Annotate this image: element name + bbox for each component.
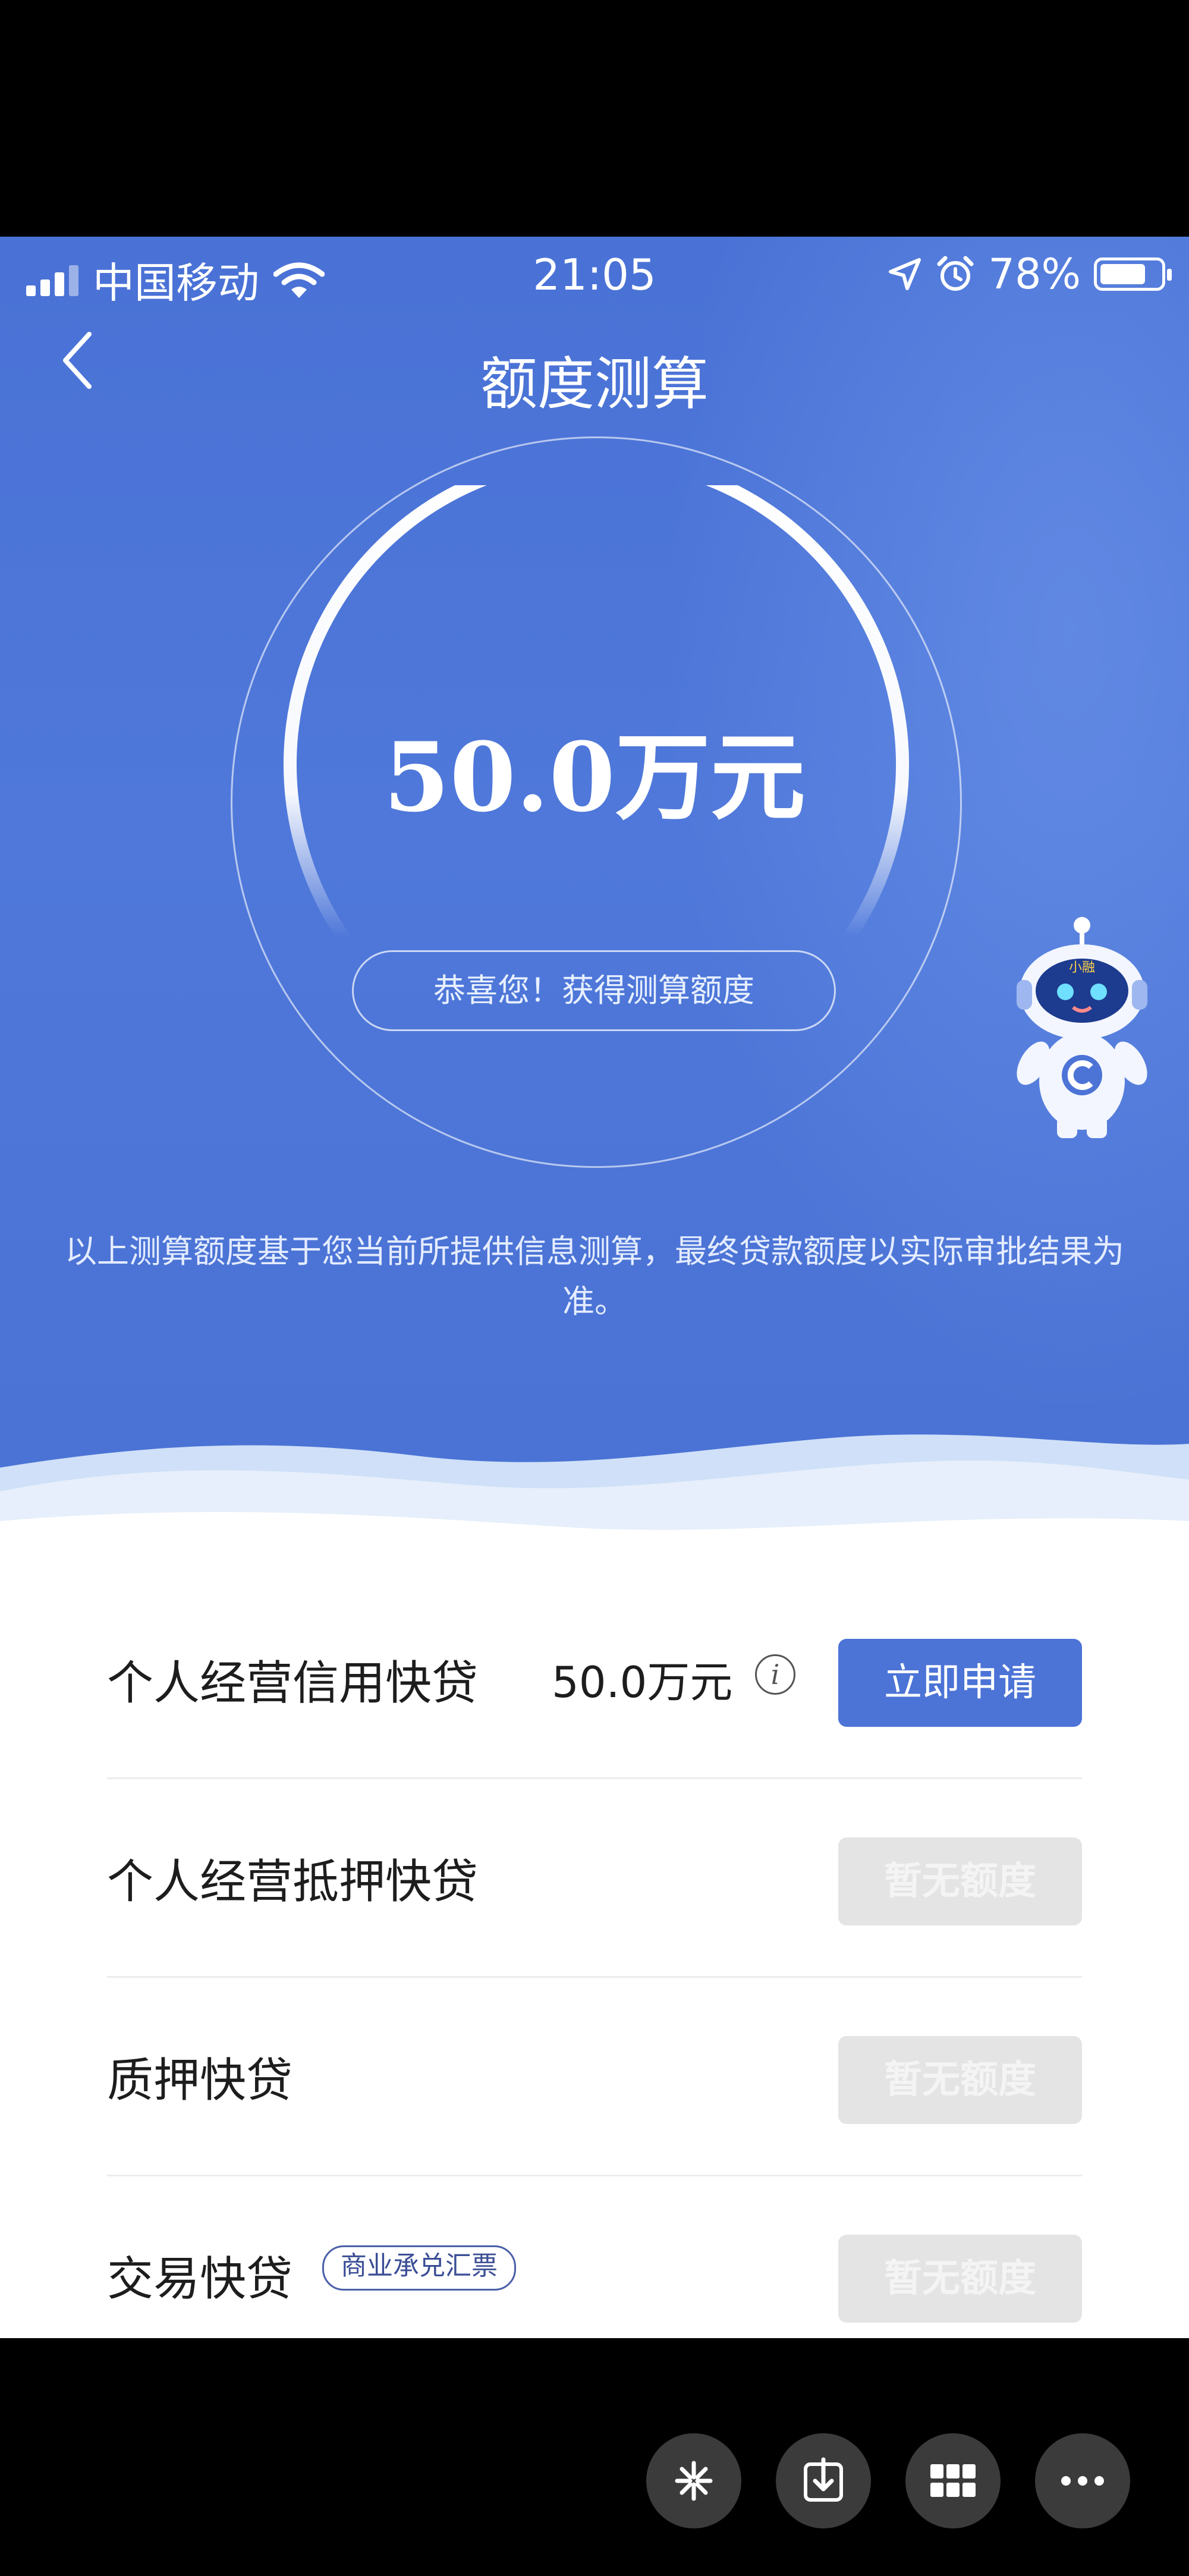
location-arrow-icon <box>889 258 921 290</box>
info-icon[interactable]: i <box>755 1654 795 1695</box>
product-list: 个人经营信用快贷 50.0万元 i 立即申请 个人经营抵押快贷 暂无额度 质押快… <box>107 1581 1082 2338</box>
alarm-icon <box>937 256 974 291</box>
congrats-badge: 恭喜您！获得测算额度 <box>352 950 836 1031</box>
robot-label: 小融 <box>1069 960 1095 975</box>
product-name: 个人经营信用快贷 <box>107 1657 479 1710</box>
product-amount: 50.0万元 <box>552 1657 733 1707</box>
sparkle-icon <box>675 2461 713 2501</box>
app-screen: 中国移动 21:05 78% 额度测算 50.0万元 恭喜您！获得测算额度 小融… <box>0 237 1189 2338</box>
download-button[interactable] <box>776 2433 871 2528</box>
status-right: 78% <box>887 250 1172 299</box>
product-name: 质押快贷 <box>107 2054 293 2107</box>
product-tag: 商业承兑汇票 <box>322 2245 516 2291</box>
more-button[interactable] <box>1035 2433 1130 2528</box>
no-quota-button: 暂无额度 <box>838 1837 1082 1925</box>
grid-icon <box>930 2464 976 2497</box>
no-quota-button: 暂无额度 <box>838 2036 1082 2124</box>
apply-now-button[interactable]: 立即申请 <box>838 1639 1082 1727</box>
robot-mascot-icon[interactable]: 小融 <box>1005 915 1159 1141</box>
sparkle-button[interactable] <box>646 2433 741 2528</box>
hero-panel: 中国移动 21:05 78% 额度测算 50.0万元 恭喜您！获得测算额度 小融… <box>0 237 1189 1551</box>
product-row-trade: 交易快贷 商业承兑汇票 暂无额度 <box>107 2176 1082 2338</box>
page-title: 额度测算 <box>480 351 709 417</box>
download-icon <box>804 2457 843 2502</box>
more-icon <box>1061 2476 1104 2486</box>
battery-icon <box>1094 257 1172 291</box>
product-name: 个人经营抵押快贷 <box>107 1855 479 1909</box>
product-row-credit: 个人经营信用快贷 50.0万元 i 立即申请 <box>107 1581 1082 1779</box>
battery-percent: 78% <box>988 250 1081 299</box>
status-bar: 中国移动 21:05 78% <box>0 237 1189 314</box>
estimated-amount: 50.0万元 <box>383 721 806 833</box>
product-row-pledge: 质押快贷 暂无额度 <box>107 1978 1082 2176</box>
disclaimer-text: 以上测算额度基于您当前所提供信息测算，最终贷款额度以实际审批结果为准。 <box>65 1233 1124 1320</box>
grid-button[interactable] <box>905 2433 1001 2528</box>
nav-bar: 额度测算 <box>0 314 1189 421</box>
product-row-mortgage: 个人经营抵押快贷 暂无额度 <box>107 1779 1082 1978</box>
product-name: 交易快贷 <box>107 2253 293 2306</box>
no-quota-button: 暂无额度 <box>838 2235 1082 2323</box>
battery-fill <box>1100 264 1145 284</box>
hero-wave-divider <box>0 1434 1189 1616</box>
